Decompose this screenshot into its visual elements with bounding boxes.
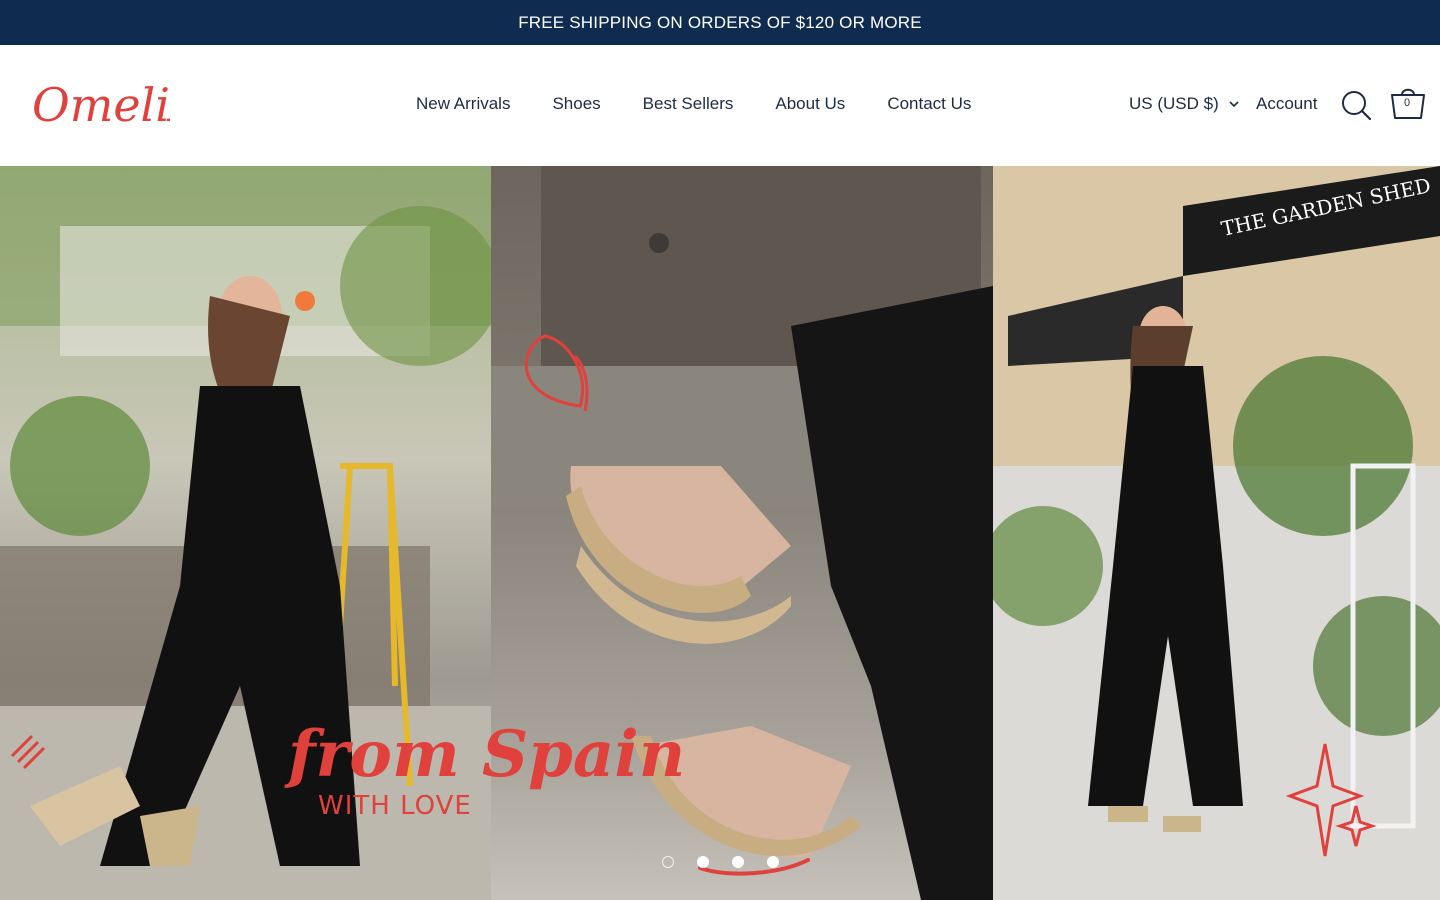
- announcement-text: FREE SHIPPING ON ORDERS OF $120 OR MORE: [518, 12, 922, 32]
- nav-about-us[interactable]: About Us: [775, 94, 845, 114]
- announcement-bar: FREE SHIPPING ON ORDERS OF $120 OR MORE: [0, 0, 1440, 45]
- brand-logo[interactable]: OmeliA: [30, 75, 170, 133]
- hero-script-title: from Spain: [284, 717, 685, 792]
- chevron-down-icon: [1229, 100, 1239, 107]
- nav-shoes[interactable]: Shoes: [552, 94, 600, 114]
- hero-slideshow[interactable]: THE GARDEN SHED from Spain WITH LOVE: [0, 166, 1440, 900]
- main-nav: New Arrivals Shoes Best Sellers About Us…: [416, 94, 1013, 114]
- nav-best-sellers[interactable]: Best Sellers: [643, 94, 734, 114]
- cart-button[interactable]: 0: [1388, 85, 1428, 123]
- hero-script-subtitle: WITH LOVE: [318, 791, 472, 821]
- nav-new-arrivals[interactable]: New Arrivals: [416, 94, 510, 114]
- brand-logo-text: OmeliA: [32, 78, 170, 132]
- cart-count-badge: 0: [1403, 97, 1411, 109]
- slide-dot-4[interactable]: [767, 856, 779, 868]
- site-header: OmeliA New Arrivals Shoes Best Sellers A…: [0, 45, 1440, 166]
- slide-dot-2[interactable]: [697, 856, 709, 868]
- nav-contact-us[interactable]: Contact Us: [887, 94, 971, 114]
- currency-label: US (USD $): [1129, 94, 1219, 113]
- slide-dot-1[interactable]: [662, 856, 674, 868]
- currency-selector[interactable]: US (USD $): [1129, 94, 1239, 114]
- hero-doodle-overlay: from Spain WITH LOVE: [10, 334, 1377, 876]
- account-link[interactable]: Account: [1256, 94, 1317, 114]
- search-icon[interactable]: [1340, 89, 1372, 121]
- slideshow-pagination: [662, 856, 779, 868]
- slide-dot-3[interactable]: [732, 856, 744, 868]
